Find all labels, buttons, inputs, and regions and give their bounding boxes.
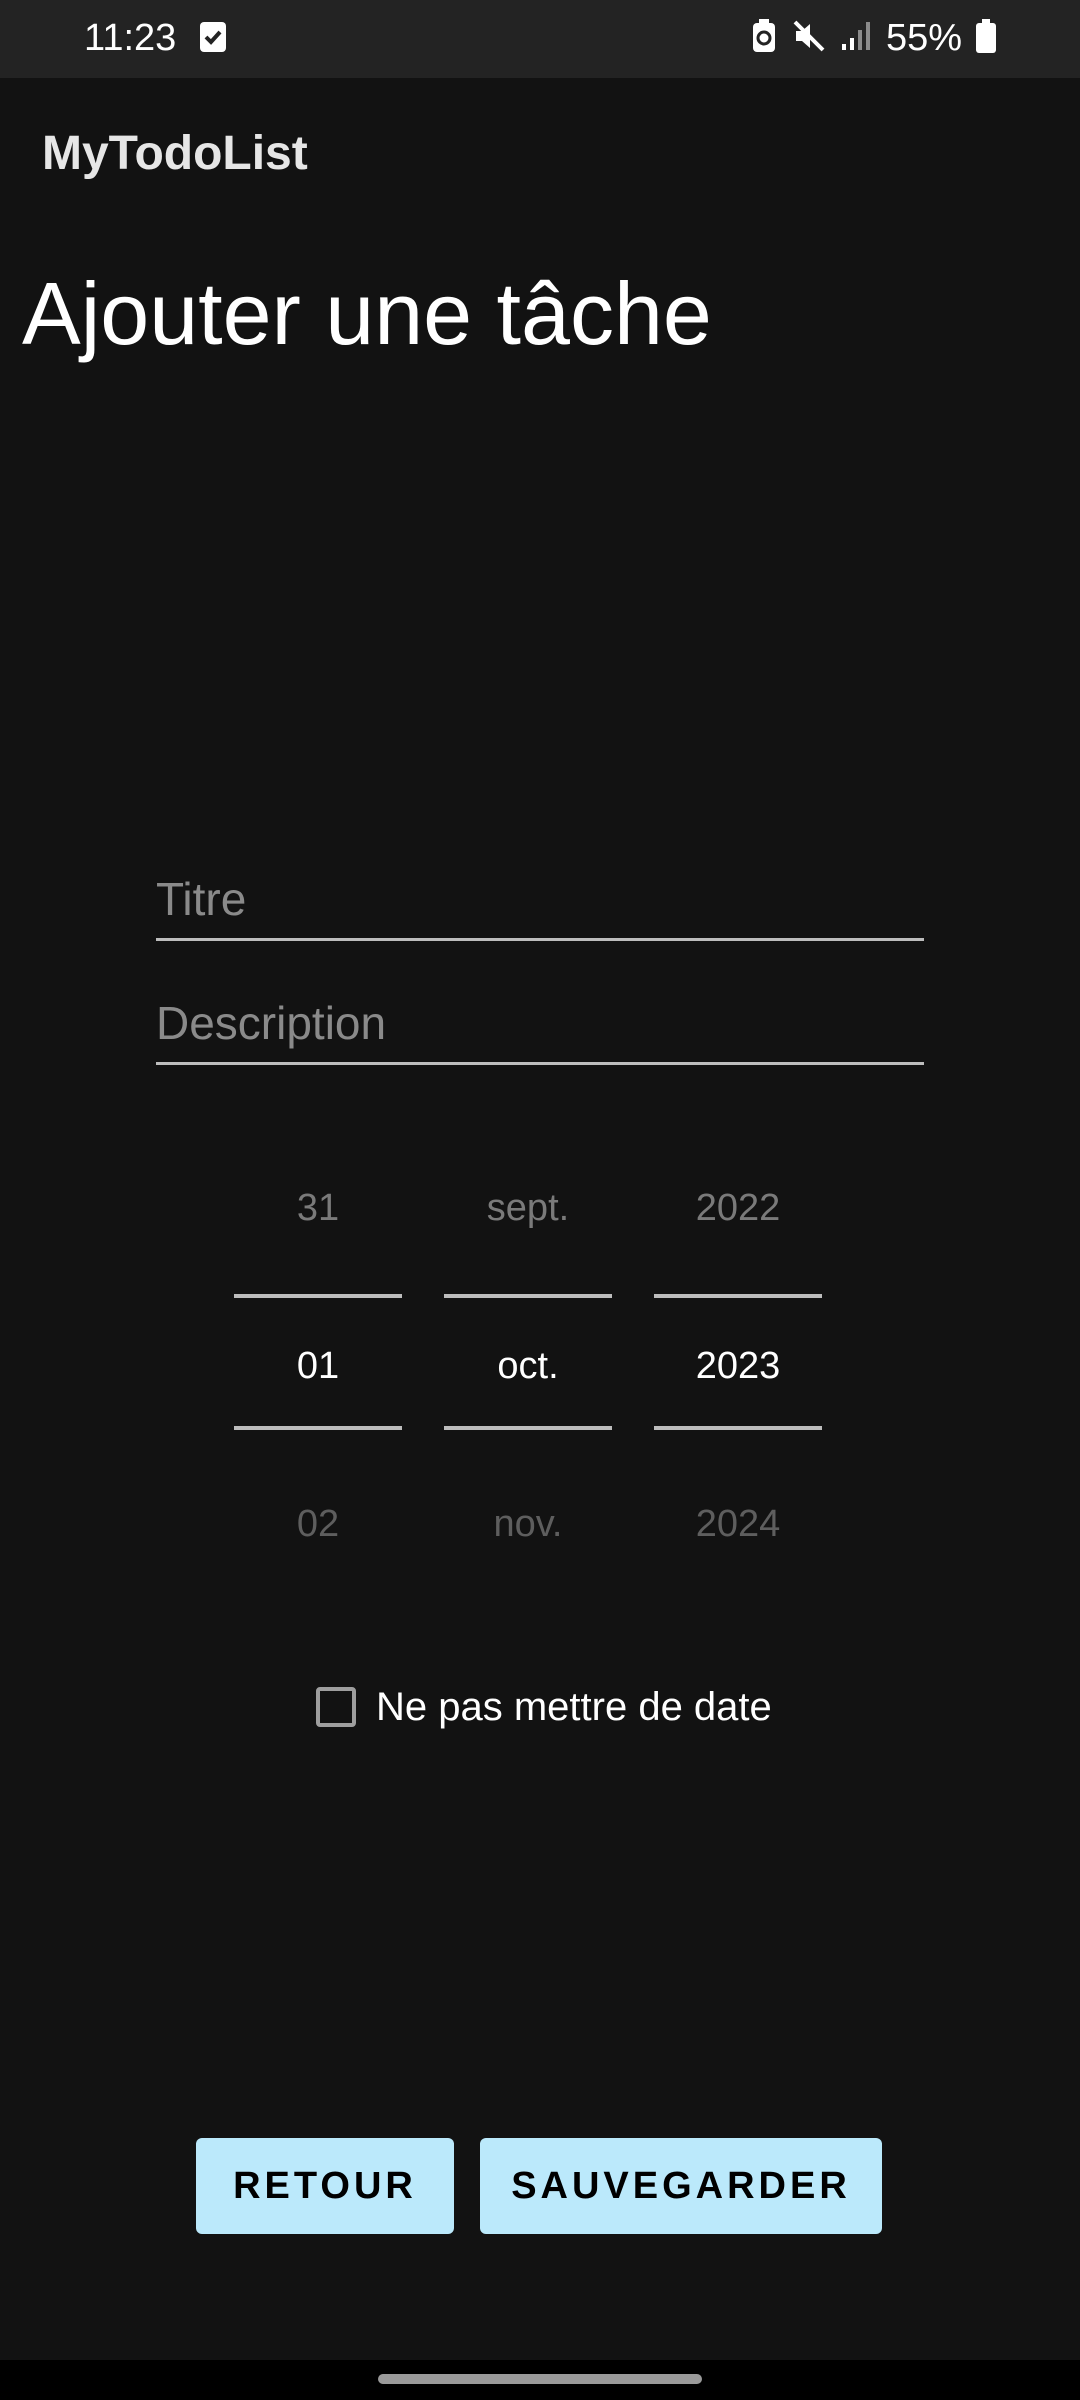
home-gesture-handle[interactable] [378, 2374, 702, 2384]
save-button[interactable]: SAUVEGARDER [480, 2138, 882, 2234]
picker-divider [654, 1294, 822, 1298]
month-next[interactable]: nov. [444, 1500, 612, 1548]
picker-divider [234, 1426, 402, 1430]
description-input[interactable] [156, 992, 924, 1054]
month-picker[interactable]: sept. oct. nov. [444, 1160, 612, 1560]
mute-icon [792, 19, 826, 58]
add-task-screen: 11:23 55% MyTodoList Ajouter une tâche T… [0, 0, 1080, 2400]
status-bar: 11:23 55% [0, 0, 1080, 78]
no-date-label[interactable]: Ne pas mettre de date [376, 1682, 772, 1732]
title-field [156, 856, 924, 941]
year-previous[interactable]: 2022 [654, 1184, 822, 1232]
page-title: Ajouter une tâche [22, 264, 712, 363]
month-previous[interactable]: sept. [444, 1184, 612, 1232]
description-field [156, 980, 924, 1065]
day-previous[interactable]: 31 [234, 1184, 402, 1232]
no-date-checkbox-row[interactable]: Ne pas mettre de date [316, 1682, 772, 1732]
day-next[interactable]: 02 [234, 1500, 402, 1548]
picker-divider [444, 1294, 612, 1298]
month-selected[interactable]: oct. [444, 1342, 612, 1390]
status-time: 11:23 [84, 17, 177, 59]
year-picker[interactable]: 2022 2023 2024 [654, 1160, 822, 1560]
navigation-bar [0, 2360, 1080, 2400]
picker-divider [654, 1426, 822, 1430]
checkbox-notification-icon [200, 22, 226, 52]
battery-icon [976, 18, 996, 58]
picker-divider [444, 1426, 612, 1430]
picker-divider [234, 1294, 402, 1298]
day-picker[interactable]: 31 01 02 [234, 1160, 402, 1560]
no-date-checkbox[interactable] [316, 1687, 356, 1727]
day-selected[interactable]: 01 [234, 1342, 402, 1390]
back-button[interactable]: RETOUR [196, 2138, 454, 2234]
year-selected[interactable]: 2023 [654, 1342, 822, 1390]
signal-icon [840, 20, 872, 57]
title-input[interactable] [156, 868, 924, 930]
year-next[interactable]: 2024 [654, 1500, 822, 1548]
status-icons: 55% [750, 14, 996, 62]
app-title: MyTodoList [42, 127, 308, 180]
battery-saver-icon [750, 18, 778, 59]
battery-percent: 55% [885, 17, 962, 59]
